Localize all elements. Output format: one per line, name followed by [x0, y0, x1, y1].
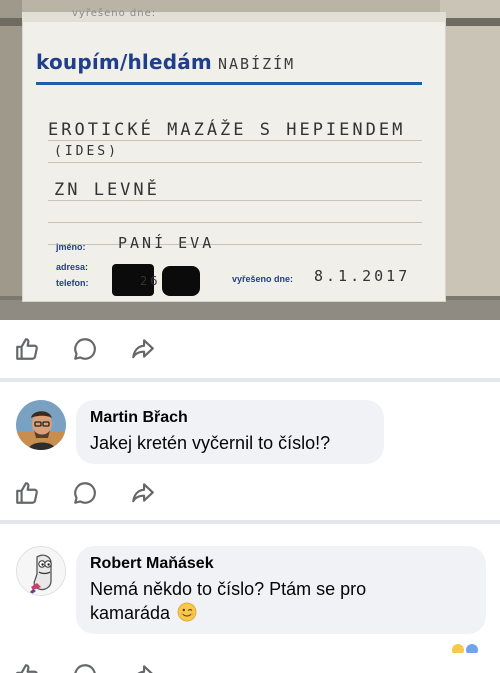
like-icon[interactable]: [14, 336, 40, 362]
comment-icon[interactable]: [72, 662, 98, 673]
value-telefon-partial: 26: [140, 274, 161, 288]
label-vyreseno: vyřešeno dne:: [232, 274, 294, 284]
label-telefon: telefon:: [56, 278, 89, 288]
label-adresa: adresa:: [56, 262, 89, 272]
comment-1-author[interactable]: Martin Břach: [90, 409, 370, 427]
label-jmeno: jméno:: [56, 242, 86, 252]
user-photo-avatar-icon: [16, 400, 66, 450]
comment-2-text-line-2: kamaráda: [90, 603, 171, 623]
winking-smile-emoji-icon: [177, 602, 197, 622]
comment-2-author[interactable]: Robert Maňásek: [90, 555, 472, 573]
comment-1-text: Jakej kretén vyčernil to číslo!?: [90, 433, 331, 453]
redacted-phone-part-2: [162, 266, 200, 296]
comment-2-avatar[interactable]: [16, 546, 66, 596]
share-icon[interactable]: [130, 662, 156, 673]
post-action-bar: [0, 326, 500, 370]
ruled-line: [48, 162, 422, 163]
section-divider: [0, 378, 500, 382]
card-top-strip-text: vyřešeno dne:: [72, 8, 157, 19]
comment-2-text: Nemá někdo to číslo? Ptám se pro kamarád…: [90, 577, 472, 625]
like-icon[interactable]: [14, 480, 40, 506]
share-icon[interactable]: [130, 336, 156, 362]
value-jmeno: PANÍ EVA: [118, 234, 215, 252]
ad-handwritten-line-1: EROTICKÉ MAZÁŽE S HEPIENDEM: [48, 120, 406, 140]
value-vyreseno: 8.1.2017: [314, 267, 411, 285]
ad-heading-rule: [36, 82, 422, 85]
photo-wall-left: [0, 0, 22, 320]
ad-handwritten-line-2: (IDES): [54, 144, 119, 159]
ad-heading-alt: NABÍZÍM: [217, 55, 296, 73]
comment-2-action-bar: [0, 652, 500, 673]
comment-1-bubble[interactable]: Martin Břach Jakej kretén vyčernil to čí…: [76, 400, 384, 464]
share-icon[interactable]: [130, 480, 156, 506]
comment-1-action-bar: [0, 470, 500, 514]
ruled-line: [48, 244, 422, 245]
ad-handwritten-line-3: ZN LEVNĚ: [54, 180, 160, 200]
photo-gray-band: [0, 300, 500, 320]
section-divider: [0, 520, 500, 524]
ruled-line: [48, 140, 422, 141]
ruled-line: [48, 200, 422, 201]
photo-wall-right: [440, 0, 500, 320]
comment-1-avatar[interactable]: [16, 400, 66, 450]
ruled-line: [48, 222, 422, 223]
cartoon-sock-puppet-avatar-icon: [17, 547, 65, 595]
ad-heading-main: koupím/hledám: [36, 50, 212, 74]
comment-icon[interactable]: [72, 336, 98, 362]
comment-icon[interactable]: [72, 480, 98, 506]
ad-heading: koupím/hledám NABÍZÍM: [36, 50, 295, 74]
classified-ad-card: vyřešeno dne: koupím/hledám NABÍZÍM EROTI…: [22, 8, 446, 302]
comment-2-text-line-1: Nemá někdo to číslo? Ptám se pro: [90, 579, 367, 599]
comment-2-bubble[interactable]: Robert Maňásek Nemá někdo to číslo? Ptám…: [76, 546, 486, 634]
post-photo[interactable]: vyřešeno dne: koupím/hledám NABÍZÍM EROTI…: [0, 0, 500, 320]
like-icon[interactable]: [14, 662, 40, 673]
